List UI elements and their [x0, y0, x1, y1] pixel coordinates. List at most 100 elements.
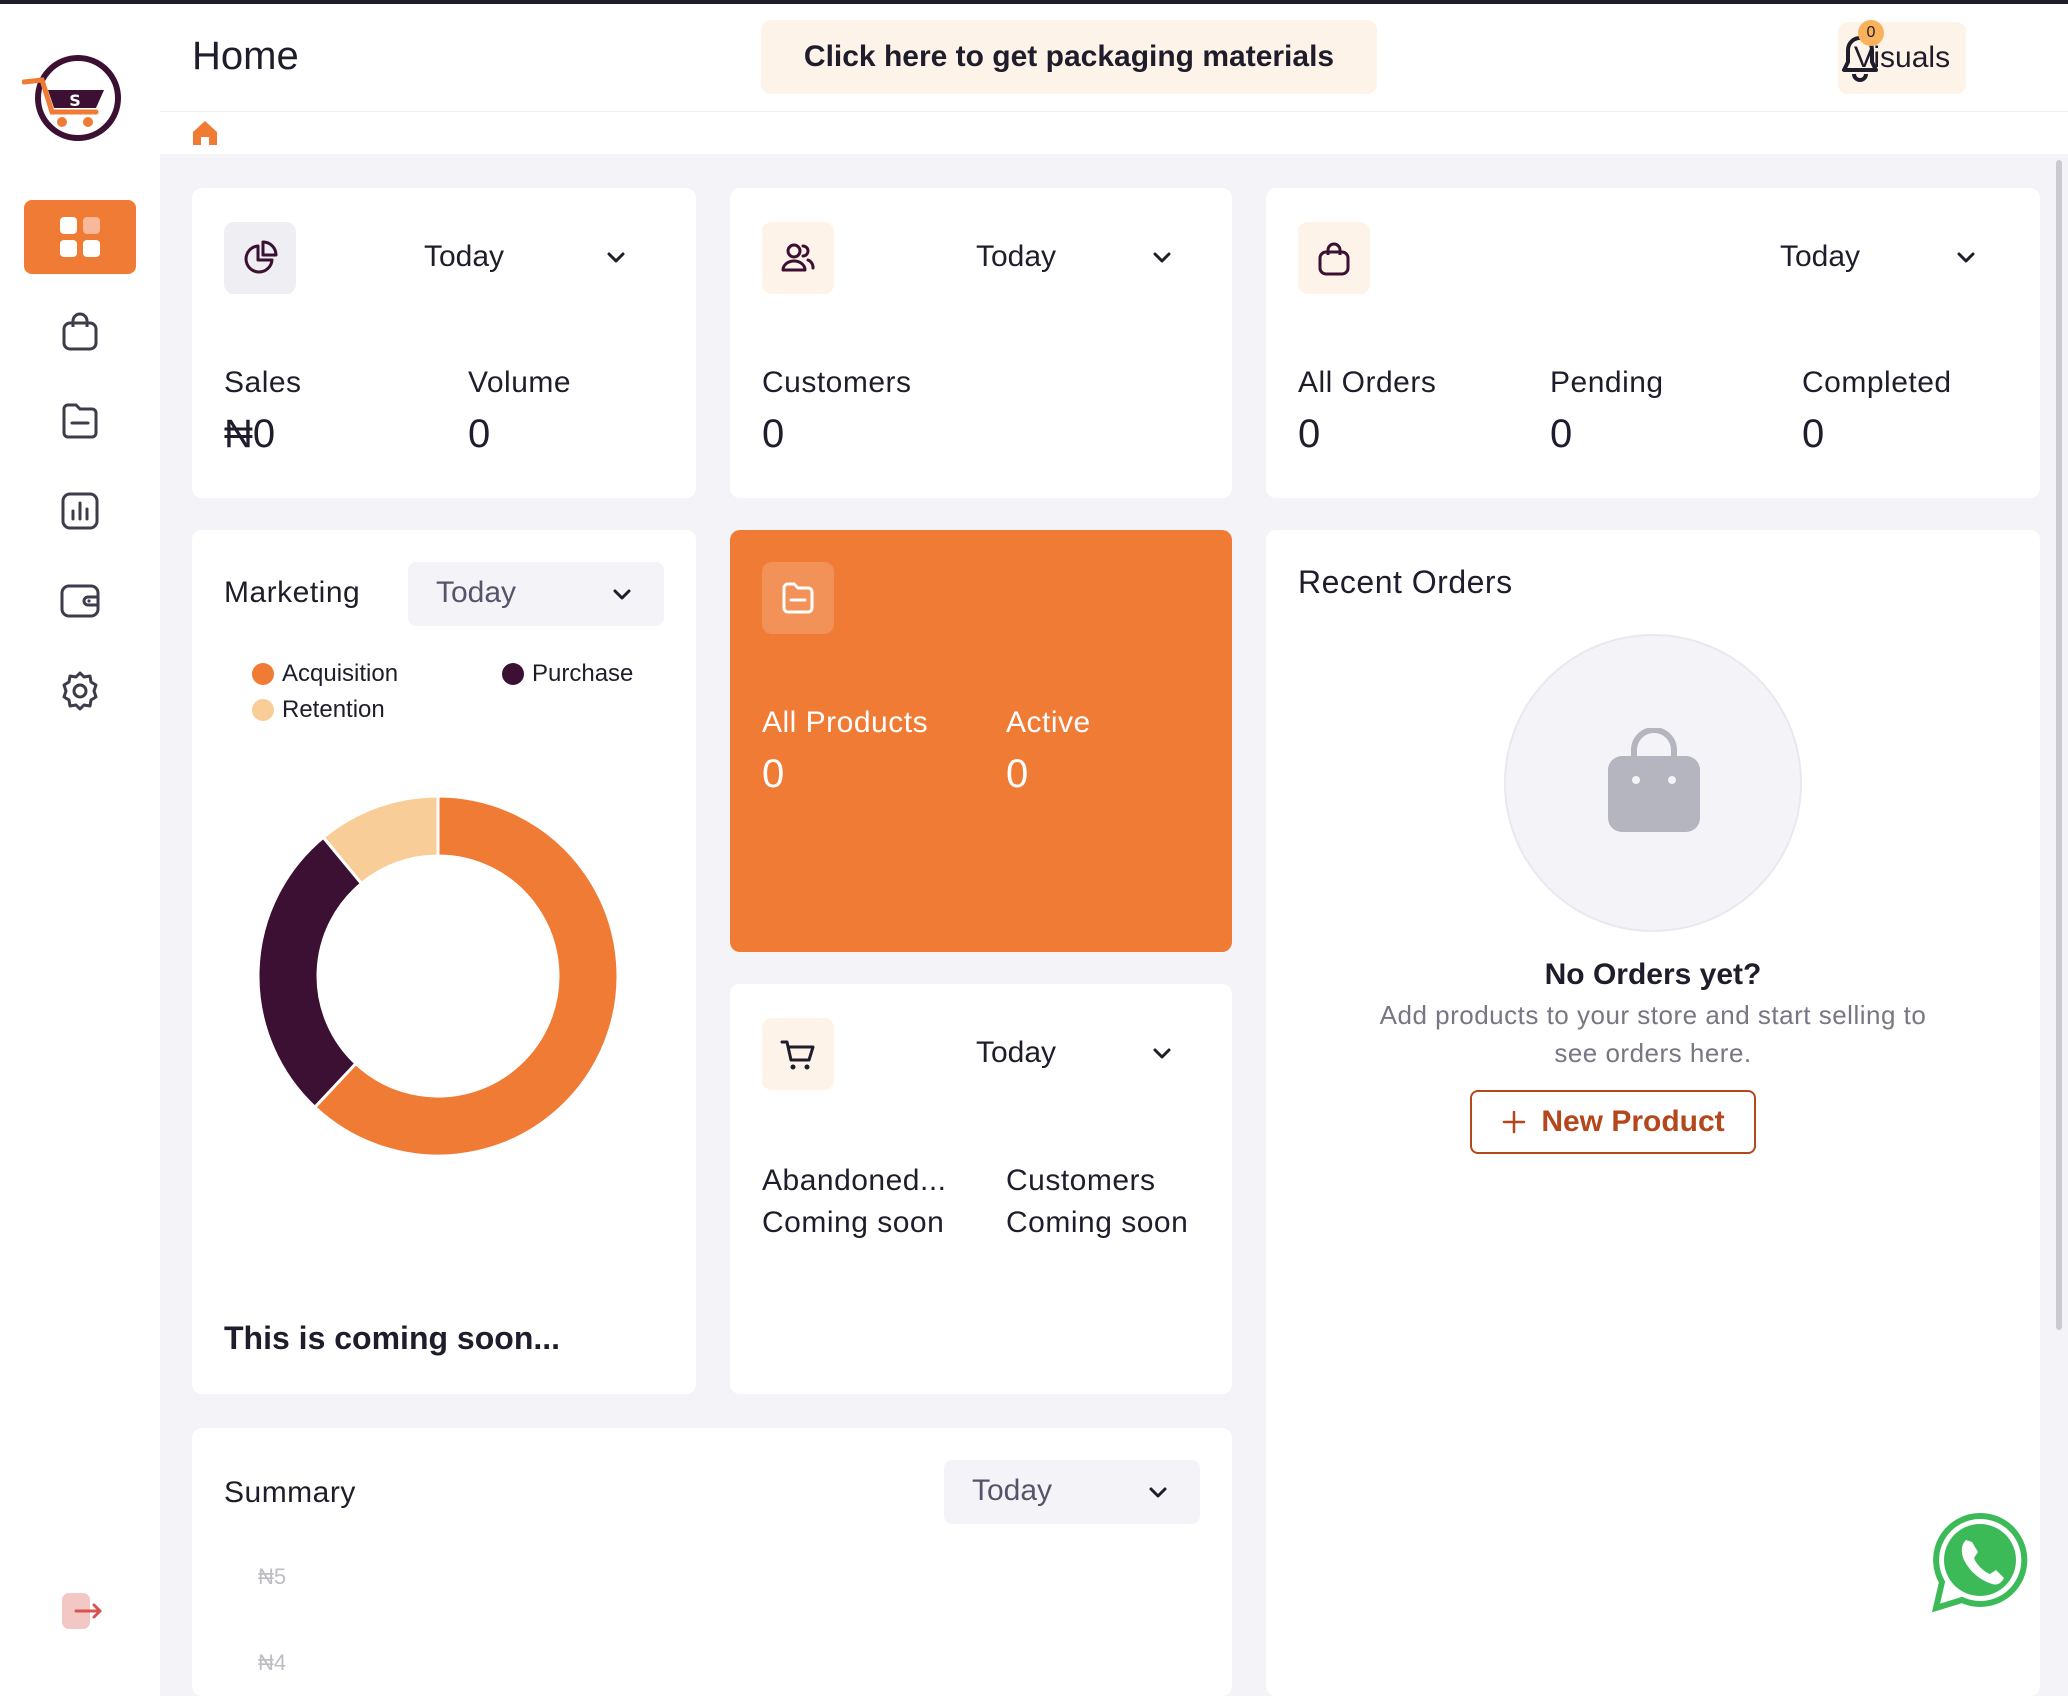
chevron-down-icon [1957, 252, 1975, 263]
legend-label: Purchase [532, 660, 634, 687]
gear-icon [62, 671, 98, 711]
customers-card: Today Customers 0 [730, 188, 1232, 498]
dashboard-main: Today Sales ₦0 Volume 0 Today Customers … [160, 154, 2068, 1696]
empty-orders-title: No Orders yet? [1544, 958, 1762, 991]
page-title: Home [192, 34, 299, 78]
all-products-label: All Products [762, 706, 929, 739]
dashboard-grid-icon [60, 217, 100, 257]
chevron-down-icon [607, 252, 625, 263]
active-products-value: 0 [1006, 752, 1029, 796]
sidebar-item-dashboard[interactable] [24, 200, 136, 274]
cart-period-value: Today [976, 1036, 1057, 1069]
all-orders-label: All Orders [1298, 366, 1437, 399]
completed-orders-value: 0 [1802, 412, 1825, 456]
plus-icon [1503, 1110, 1526, 1134]
abandoned-carts-label: Abandoned... [762, 1164, 947, 1197]
shopping-bag-icon [1608, 728, 1700, 832]
summary-period-select[interactable]: Today [944, 1460, 1200, 1524]
volume-label: Volume [468, 366, 572, 399]
bar-chart-icon [61, 492, 99, 530]
svg-text:S: S [69, 91, 81, 110]
orders-period-select[interactable]: Today [1780, 240, 2010, 274]
active-products-label: Active [1006, 706, 1091, 739]
orders-card: Today All Orders 0 Pending 0 Completed 0 [1266, 188, 2040, 498]
summary-y-tick: ₦5 [258, 1564, 287, 1589]
legend-label: Retention [282, 696, 385, 723]
cart-customers-label: Customers [1006, 1164, 1156, 1197]
summary-period-value: Today [972, 1474, 1053, 1507]
breadcrumb-home-icon[interactable] [190, 118, 220, 148]
shopping-bag-icon [1298, 222, 1370, 294]
orders-period-value: Today [1780, 240, 1861, 273]
new-product-button[interactable]: New Product [1470, 1090, 1756, 1154]
cart-period-select[interactable]: Today [976, 1036, 1206, 1070]
marketing-coming-soon: This is coming soon... [224, 1320, 561, 1356]
legend-label: Acquisition [282, 660, 399, 687]
products-card[interactable]: All Products 0 Active 0 [730, 530, 1232, 952]
folder-icon [62, 403, 98, 439]
all-products-value: 0 [762, 752, 785, 796]
summary-card: Summary Today ₦5 ₦4 [192, 1428, 1232, 1696]
summary-title: Summary [224, 1476, 356, 1509]
whatsapp-icon [1931, 1512, 2028, 1613]
donut-slice-purchase[interactable] [258, 835, 364, 1110]
marketing-title: Marketing [224, 576, 361, 609]
sidebar-item-products[interactable] [24, 384, 136, 458]
sales-period-value: Today [424, 240, 505, 273]
sales-value: ₦0 [224, 412, 276, 456]
users-icon [762, 222, 834, 294]
wallet-icon [60, 584, 100, 618]
chevron-down-icon [1153, 1048, 1171, 1059]
top-header: Home Click here to get packaging materia… [160, 4, 2068, 112]
customers-period-select[interactable]: Today [976, 240, 1206, 274]
pie-chart-icon [224, 222, 296, 294]
notification-count-badge: 0 [1858, 20, 1884, 46]
sidebar-item-logout[interactable] [24, 1574, 136, 1648]
empty-orders-illustration [1504, 634, 1802, 932]
abandoned-carts-value: Coming soon [762, 1206, 945, 1239]
legend-item-acquisition[interactable]: Acquisition [252, 660, 398, 688]
shopping-cart-icon [762, 1018, 834, 1090]
recent-orders-title: Recent Orders [1298, 564, 1513, 600]
sales-label: Sales [224, 366, 302, 399]
customers-label: Customers [762, 366, 912, 399]
marketing-card: Marketing Today Acquisition Purchase Reten… [192, 530, 696, 1394]
customers-value: 0 [762, 412, 785, 456]
legend-item-purchase[interactable]: Purchase [502, 660, 633, 688]
sidebar-item-wallet[interactable] [24, 564, 136, 638]
packaging-materials-button[interactable]: Click here to get packaging materials [761, 20, 1377, 94]
legend-swatch [252, 663, 274, 685]
customers-period-value: Today [976, 240, 1057, 273]
folder-icon [762, 562, 834, 634]
sales-card: Today Sales ₦0 Volume 0 [192, 188, 696, 498]
empty-orders-text-line1: Add products to your store and start sel… [1379, 1000, 1927, 1030]
sidebar-item-orders[interactable] [24, 294, 136, 368]
whatsapp-chat-button[interactable] [1928, 1510, 2032, 1614]
legend-item-retention[interactable]: Retention [252, 696, 385, 724]
cart-card: Today Abandoned... Coming soon Customers… [730, 984, 1232, 1394]
summary-y-tick: ₦4 [258, 1650, 287, 1675]
pending-orders-label: Pending [1550, 366, 1664, 399]
chevron-down-icon [1149, 1487, 1167, 1498]
marketing-period-value: Today [436, 576, 517, 609]
sidebar: S [0, 4, 160, 1696]
chevron-down-icon [1153, 252, 1171, 263]
volume-value: 0 [468, 412, 491, 456]
legend-swatch [502, 663, 524, 685]
empty-orders-text-line2: see orders here. [1554, 1038, 1752, 1068]
completed-orders-label: Completed [1802, 366, 1952, 399]
sidebar-item-analytics[interactable] [24, 474, 136, 548]
new-product-label: New Product [1541, 1105, 1725, 1138]
marketing-donut-chart [258, 796, 618, 1156]
page-scrollbar[interactable] [2056, 160, 2062, 1330]
all-orders-value: 0 [1298, 412, 1321, 456]
sales-period-select[interactable]: Today [424, 240, 664, 274]
marketing-period-select[interactable]: Today [408, 562, 664, 626]
sidebar-item-settings[interactable] [24, 654, 136, 728]
logout-icon [62, 1593, 102, 1629]
legend-swatch [252, 699, 274, 721]
recent-orders-card: Recent Orders No Orders yet? Add product… [1266, 530, 2040, 1696]
cart-customers-value: Coming soon [1006, 1206, 1189, 1239]
store-logo[interactable]: S [21, 50, 126, 144]
pending-orders-value: 0 [1550, 412, 1573, 456]
